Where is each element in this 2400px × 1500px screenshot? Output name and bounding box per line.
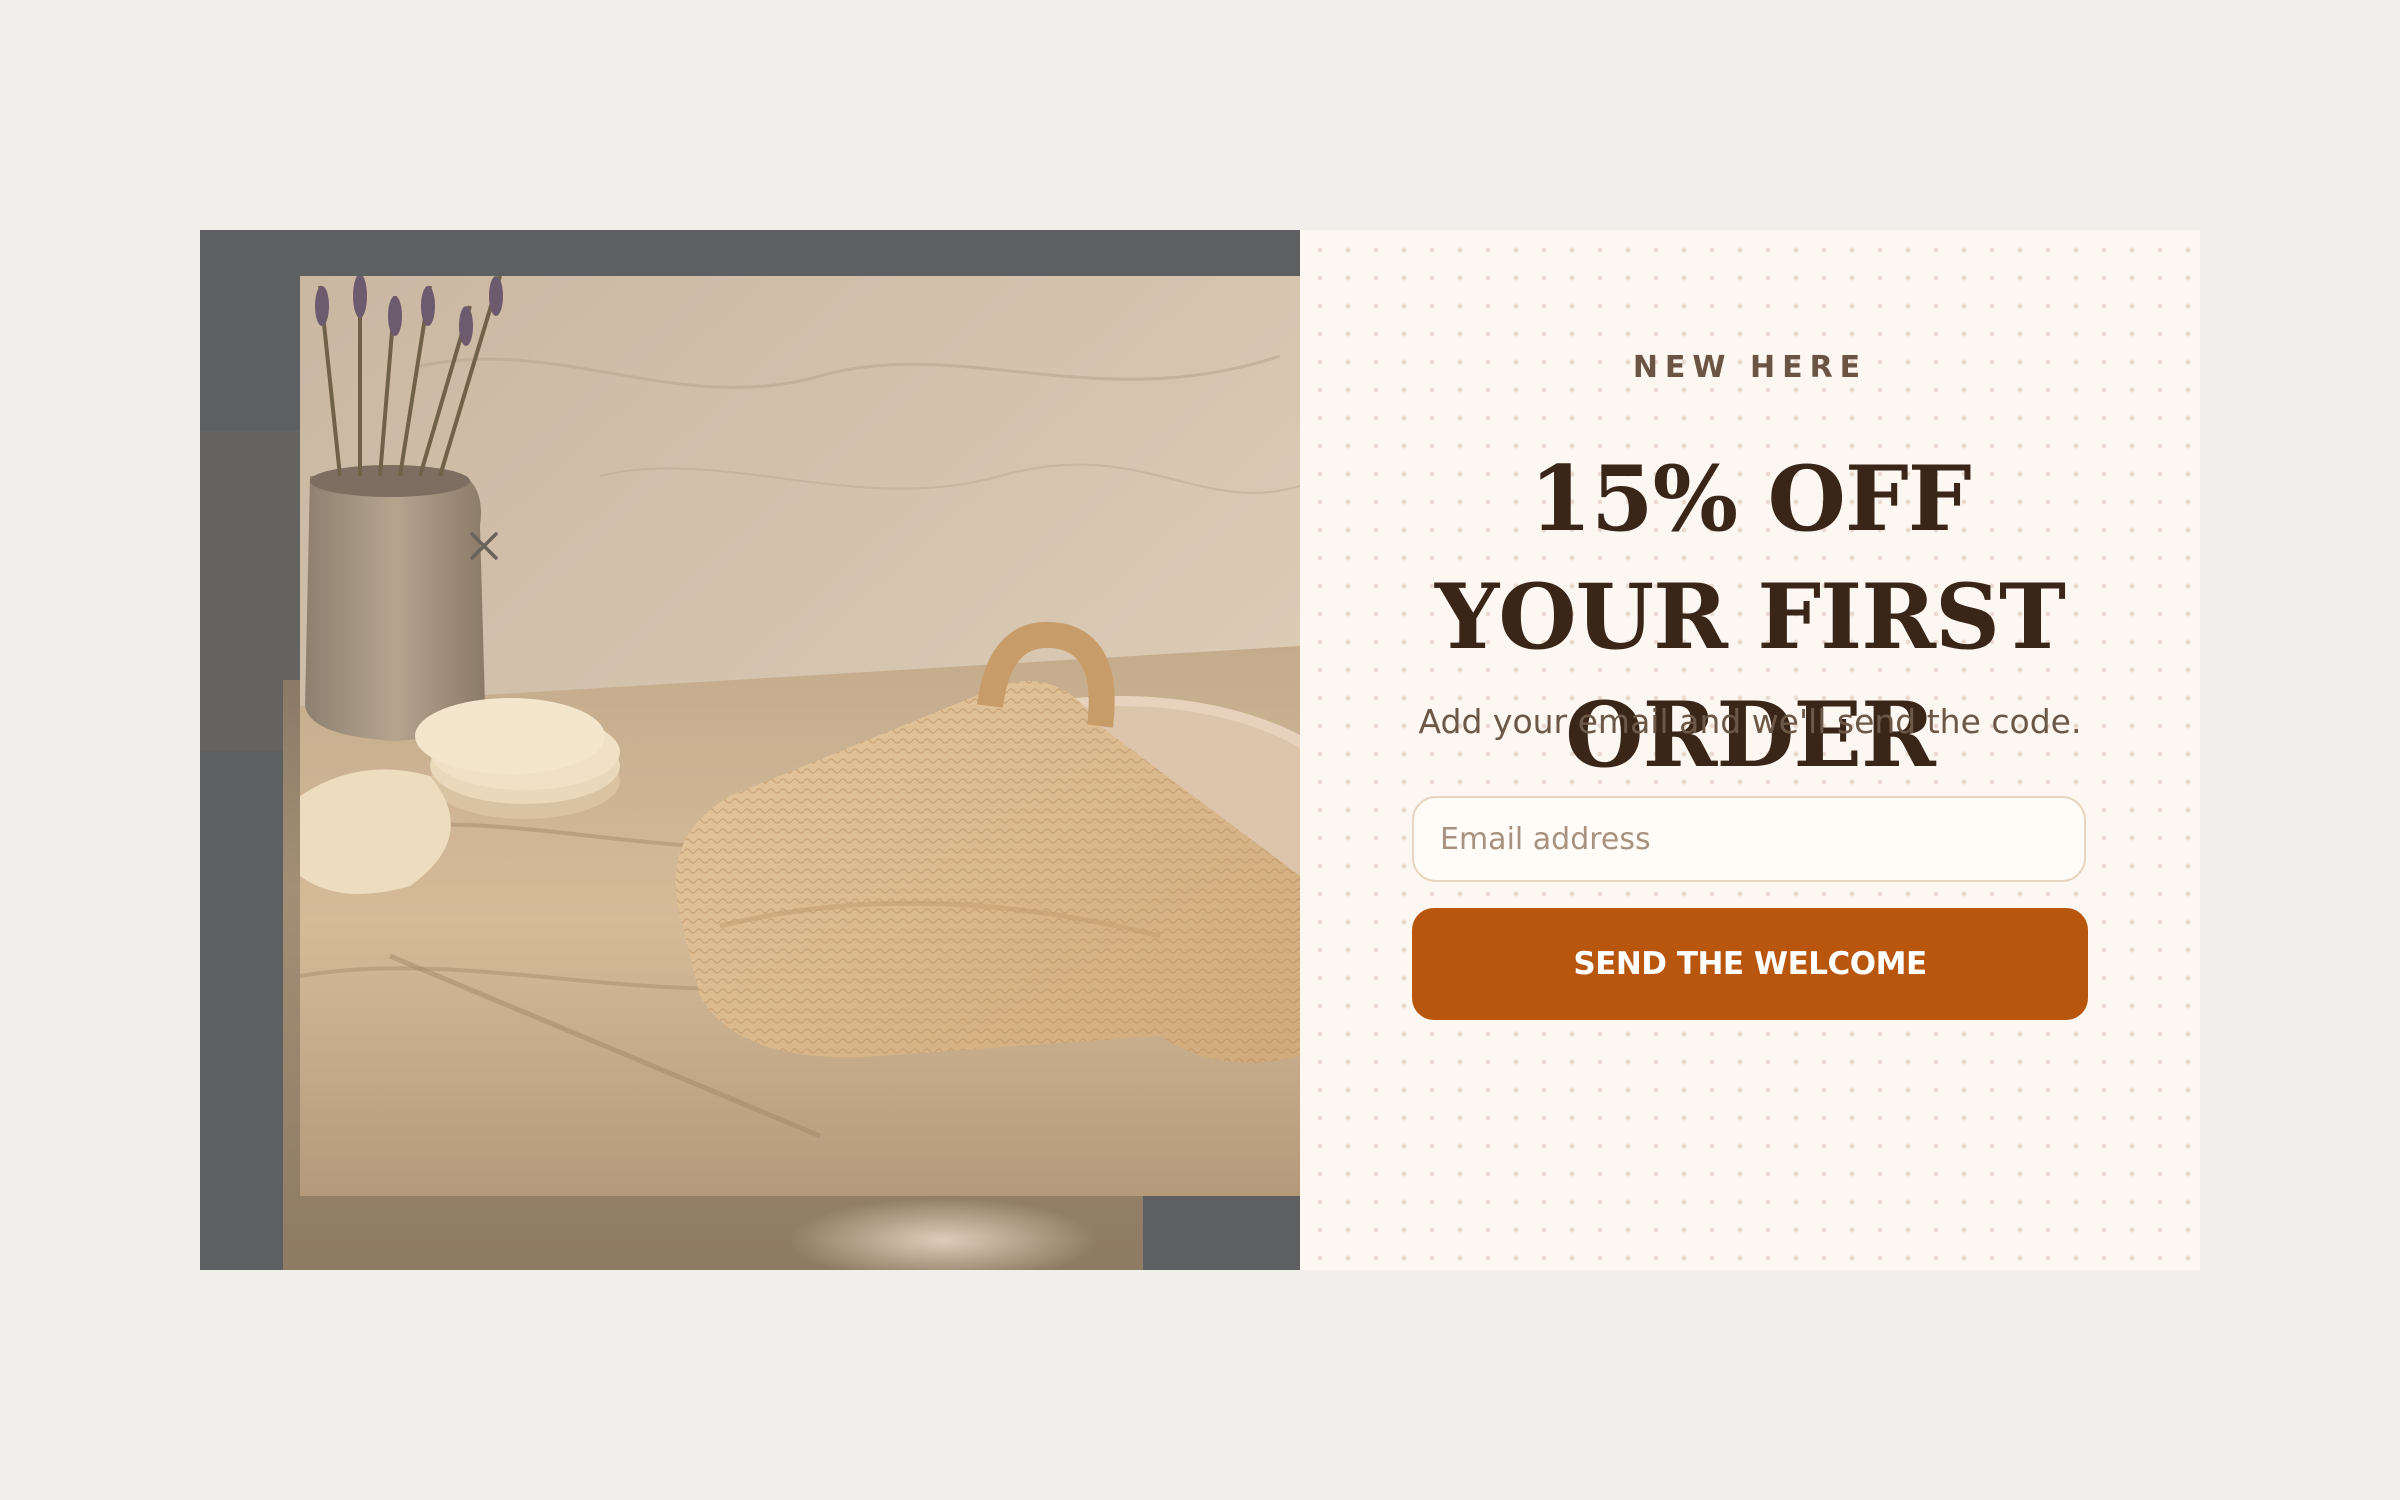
signup-popup: NEW HERE 15% OFF YOUR FIRST ORDER Add yo… — [200, 230, 2200, 1270]
eyebrow-label: NEW HERE — [1632, 350, 1868, 385]
image-panel — [200, 230, 1300, 1270]
product-photo — [300, 276, 1300, 1196]
email-input[interactable] — [1412, 796, 2086, 882]
send-welcome-button[interactable]: SEND THE WELCOME — [1412, 908, 2088, 1020]
content-panel: NEW HERE 15% OFF YOUR FIRST ORDER Add yo… — [1300, 230, 2200, 1270]
close-icon[interactable] — [464, 526, 504, 566]
offer-subtext: Add your email and we'll send the code. — [1418, 702, 2082, 741]
